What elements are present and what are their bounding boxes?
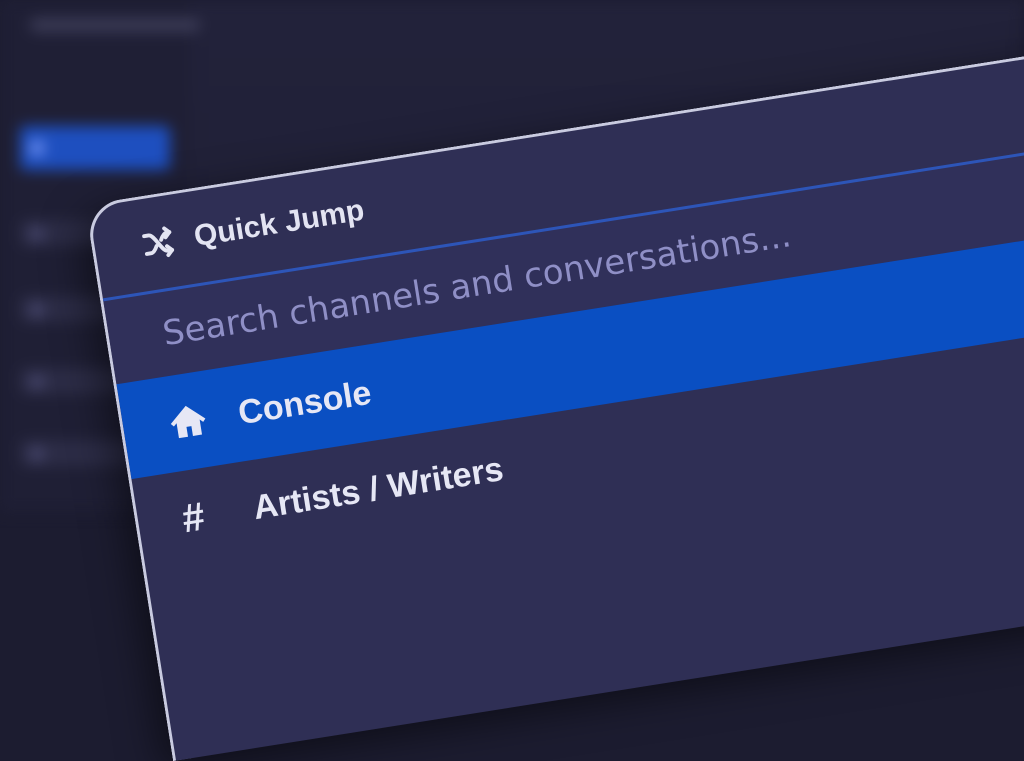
background-sidebar-title	[30, 18, 200, 32]
hash-icon: #	[178, 493, 208, 541]
result-label: Console	[235, 373, 374, 432]
shuffle-icon	[136, 222, 181, 264]
home-icon	[164, 394, 241, 445]
result-label: Artists / Writers	[250, 449, 506, 527]
dialog-title: Quick Jump	[191, 193, 367, 254]
background-sidebar-item-active	[20, 126, 170, 170]
